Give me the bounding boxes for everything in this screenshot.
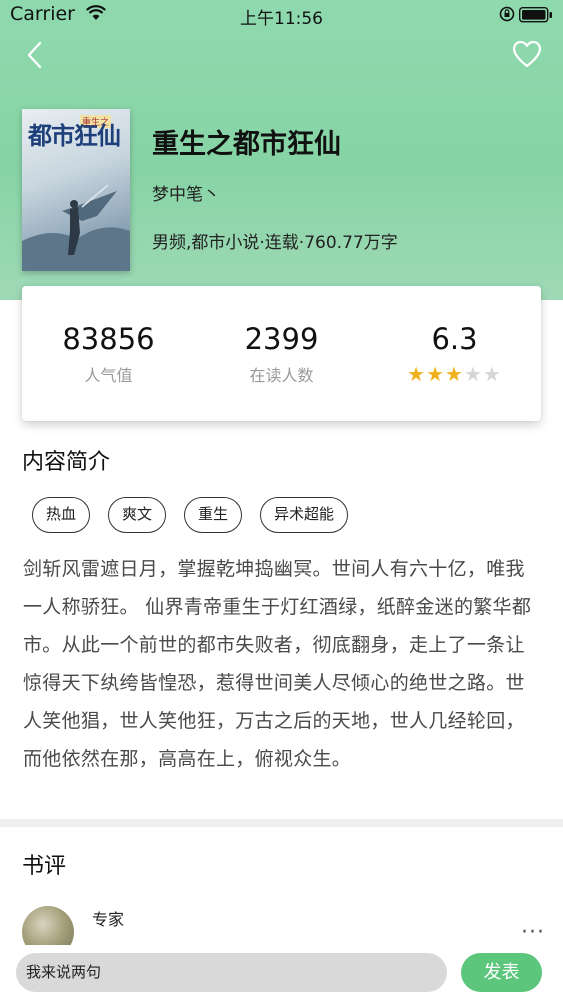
stat-rating: 6.3 ★★★★★ — [368, 322, 541, 384]
star-filled-icon: ★ — [426, 362, 446, 386]
star-empty-icon: ★ — [482, 362, 502, 386]
book-author[interactable]: 梦中笔丶 — [152, 180, 220, 205]
stats-card: 83856 人气值 2399 在读人数 6.3 ★★★★★ — [22, 286, 541, 421]
star-empty-icon: ★ — [463, 362, 483, 386]
tag-chip[interactable]: 重生 — [184, 497, 243, 533]
status-time: 上午11:56 — [240, 9, 323, 29]
stat-label: 人气值 — [84, 366, 133, 385]
stat-popularity: 83856 人气值 — [22, 322, 195, 386]
cover-title: 都市狂仙 — [28, 121, 121, 150]
rating-value: 6.3 — [431, 322, 478, 356]
tag-chip[interactable]: 异术超能 — [260, 497, 349, 533]
favorite-button[interactable] — [511, 38, 543, 72]
cover-figure-illustration — [22, 184, 130, 271]
send-button[interactable]: 发表 — [461, 953, 542, 992]
rating-stars: ★★★★★ — [368, 364, 541, 384]
rotation-lock-icon — [499, 6, 515, 26]
stat-readers: 2399 在读人数 — [195, 322, 368, 386]
comment-input[interactable] — [16, 953, 447, 992]
status-bar: Carrier 上午11:56 — [0, 0, 563, 30]
reviews-section-title: 书评 — [22, 854, 67, 879]
stat-value: 83856 — [62, 322, 155, 356]
intro-text: 剑斩风雷遮日月，掌握乾坤捣幽冥。世间人有六十亿，唯我一人称骄狂。 仙界青帝重生于… — [23, 558, 532, 770]
back-button[interactable] — [22, 38, 52, 72]
tag-chip[interactable]: 爽文 — [108, 497, 167, 533]
battery-icon — [518, 6, 553, 27]
star-filled-icon: ★ — [445, 362, 464, 386]
more-options-icon[interactable]: ··· — [521, 920, 545, 945]
heart-outline-icon — [512, 40, 542, 68]
tag-chip[interactable]: 热血 — [32, 497, 91, 533]
book-cover[interactable]: 重生之 都市狂仙 — [22, 109, 130, 271]
intro-section-title: 内容简介 — [22, 450, 111, 475]
section-divider — [0, 819, 563, 827]
stat-label: 在读人数 — [249, 366, 314, 385]
tag-list: 热血 爽文 重生 异术超能 — [32, 497, 349, 533]
book-meta: 男频,都市小说·连载·760.77万字 — [152, 233, 398, 253]
book-title: 重生之都市狂仙 — [152, 129, 341, 160]
stat-value: 2399 — [244, 322, 319, 356]
star-filled-icon: ★ — [407, 362, 427, 386]
reviewer-name: 专家 — [92, 910, 125, 929]
chevron-left-icon — [27, 41, 42, 69]
